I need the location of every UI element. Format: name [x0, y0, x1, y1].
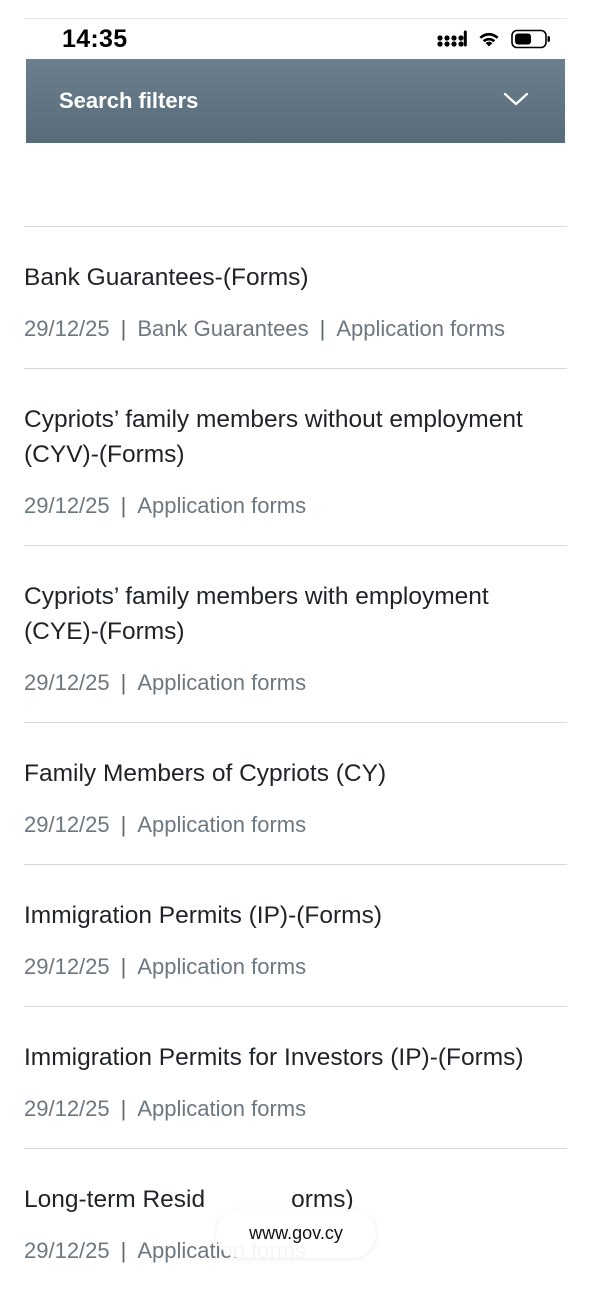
list-item[interactable]: Family Members of Cypriots (CY) 29/12/25…	[24, 722, 567, 864]
result-meta: 29/12/25 | Application forms	[24, 810, 567, 840]
meta-separator: |	[120, 670, 127, 695]
result-title-start: Long-term Resid	[24, 1186, 206, 1213]
result-tag: Bank Guarantees	[137, 316, 309, 341]
meta-separator: |	[120, 1238, 127, 1263]
result-meta: 29/12/25 | Application forms	[24, 491, 567, 521]
result-tag: Application forms	[336, 316, 506, 341]
result-date: 29/12/25	[24, 493, 110, 518]
result-tag: Application forms	[137, 1096, 307, 1121]
result-date: 29/12/25	[24, 670, 110, 695]
meta-separator: |	[319, 316, 326, 341]
result-title[interactable]: Immigration Permits (IP)-(Forms)	[24, 898, 567, 933]
list-item[interactable]: Bank Guarantees-(Forms) 29/12/25 | Bank Gu…	[24, 226, 567, 368]
chevron-down-icon	[503, 92, 529, 106]
result-tag: Application forms	[137, 670, 307, 695]
status-icons	[437, 29, 551, 49]
result-tag: Application forms	[137, 954, 307, 979]
browser-url-bar[interactable]: www.gov.cy	[216, 1209, 376, 1258]
meta-separator: |	[120, 954, 127, 979]
status-bar: 14:35	[0, 20, 591, 58]
meta-separator: |	[120, 493, 127, 518]
result-tag: Application forms	[137, 493, 307, 518]
meta-separator: |	[120, 812, 127, 837]
result-date: 29/12/25	[24, 316, 110, 341]
meta-separator: |	[120, 1096, 127, 1121]
result-date: 29/12/25	[24, 1238, 110, 1263]
result-date: 29/12/25	[24, 954, 110, 979]
result-title[interactable]: Bank Guarantees-(Forms)	[24, 260, 567, 295]
result-title[interactable]: Cypriots’ family members with employment…	[24, 579, 567, 649]
result-meta: 29/12/25 | Application forms	[24, 952, 567, 982]
battery-icon	[511, 29, 550, 49]
result-date: 29/12/25	[24, 812, 110, 837]
list-item[interactable]: Immigration Permits (IP)-(Forms) 29/12/2…	[24, 864, 567, 1006]
result-meta: 29/12/25 | Application forms	[24, 1094, 567, 1124]
result-date: 29/12/25	[24, 1096, 110, 1121]
results-list: Bank Guarantees-(Forms) 29/12/25 | Bank Gu…	[24, 226, 567, 1290]
result-title[interactable]: Immigration Permits for Investors (IP)-(…	[24, 1040, 567, 1075]
list-item[interactable]: Cypriots’ family members without employm…	[24, 368, 567, 545]
result-meta: 29/12/25 | Application forms	[24, 668, 567, 698]
result-meta: 29/12/25 | Bank Guarantees | Application for…	[24, 314, 567, 344]
cellular-signal-icon	[437, 30, 467, 47]
meta-separator: |	[120, 316, 127, 341]
wifi-icon	[479, 32, 499, 47]
status-time: 14:35	[62, 25, 128, 53]
result-title[interactable]: Family Members of Cypriots (CY)	[24, 756, 567, 791]
search-filters-toggle[interactable]: Search filters	[26, 59, 565, 143]
result-title[interactable]: Cypriots’ family members without employm…	[24, 402, 567, 472]
list-item[interactable]: Immigration Permits for Investors (IP)-(…	[24, 1006, 567, 1148]
result-tag: Application forms	[137, 812, 307, 837]
top-divider	[24, 18, 567, 19]
list-item[interactable]: Cypriots’ family members with employment…	[24, 545, 567, 722]
search-filters-label: Search filters	[59, 88, 199, 113]
